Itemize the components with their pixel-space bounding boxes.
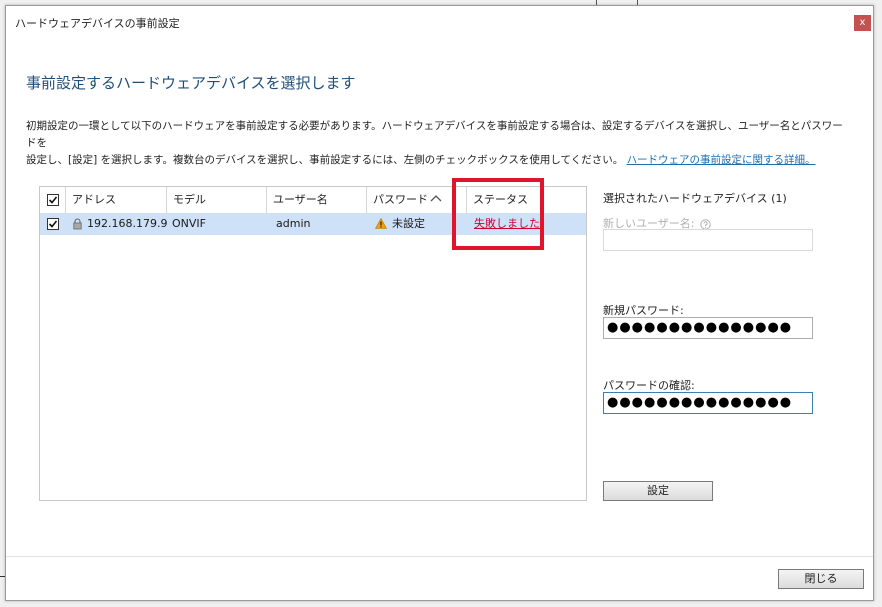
column-header-address[interactable]: アドレス	[66, 187, 167, 213]
select-all-checkbox[interactable]	[47, 194, 59, 206]
status-highlight-box	[452, 178, 544, 250]
warning-icon	[375, 218, 387, 229]
row-checkbox[interactable]	[47, 218, 59, 230]
column-header-username[interactable]: ユーザー名	[267, 187, 367, 213]
page-heading: 事前設定するハードウェアデバイスを選択します	[26, 74, 356, 92]
confirm-password-label: パスワードの確認:	[603, 379, 695, 392]
new-password-label: 新規パスワード:	[603, 304, 684, 317]
column-header-model[interactable]: モデル	[167, 187, 267, 213]
footer-divider	[6, 556, 873, 557]
close-button[interactable]: 閉じる	[778, 569, 864, 589]
help-link[interactable]: ハードウェアの事前設定に関する詳細。	[627, 154, 816, 166]
preset-hardware-dialog: ハードウェアデバイスの事前設定 x 事前設定するハードウェアデバイスを選択します…	[5, 5, 874, 601]
header-select-all-cell	[40, 187, 66, 213]
checkmark-icon	[48, 220, 58, 228]
checkmark-icon	[48, 196, 58, 204]
new-username-input[interactable]	[603, 229, 813, 251]
help-icon[interactable]	[700, 218, 711, 230]
selected-devices-title: 選択されたハードウェアデバイス (1)	[603, 192, 787, 205]
cell-address: 192.168.179.9	[87, 217, 168, 230]
cell-username: admin	[276, 217, 311, 230]
set-button[interactable]: 設定	[603, 481, 713, 501]
window-title: ハードウェアデバイスの事前設定	[15, 17, 180, 30]
description-text: 初期設定の一環として以下のハードウェアを事前設定する必要があります。ハードウェア…	[26, 118, 846, 169]
new-password-input[interactable]: ●●●●●●●●●●●●●●●	[603, 317, 813, 339]
description-line-2: 設定し、[設定] を選択します。複数台のデバイスを選択し、事前設定するには、左側…	[26, 154, 624, 166]
sort-ascending-icon	[430, 195, 442, 202]
lock-icon	[73, 218, 82, 230]
cell-password-status: 未設定	[392, 217, 425, 230]
title-bar: ハードウェアデバイスの事前設定 x	[6, 6, 873, 38]
confirm-password-input[interactable]: ●●●●●●●●●●●●●●●	[603, 392, 813, 414]
description-line-1: 初期設定の一環として以下のハードウェアを事前設定する必要があります。ハードウェア…	[26, 120, 843, 149]
close-window-button[interactable]: x	[854, 15, 871, 31]
cell-model: ONVIF	[172, 217, 206, 230]
